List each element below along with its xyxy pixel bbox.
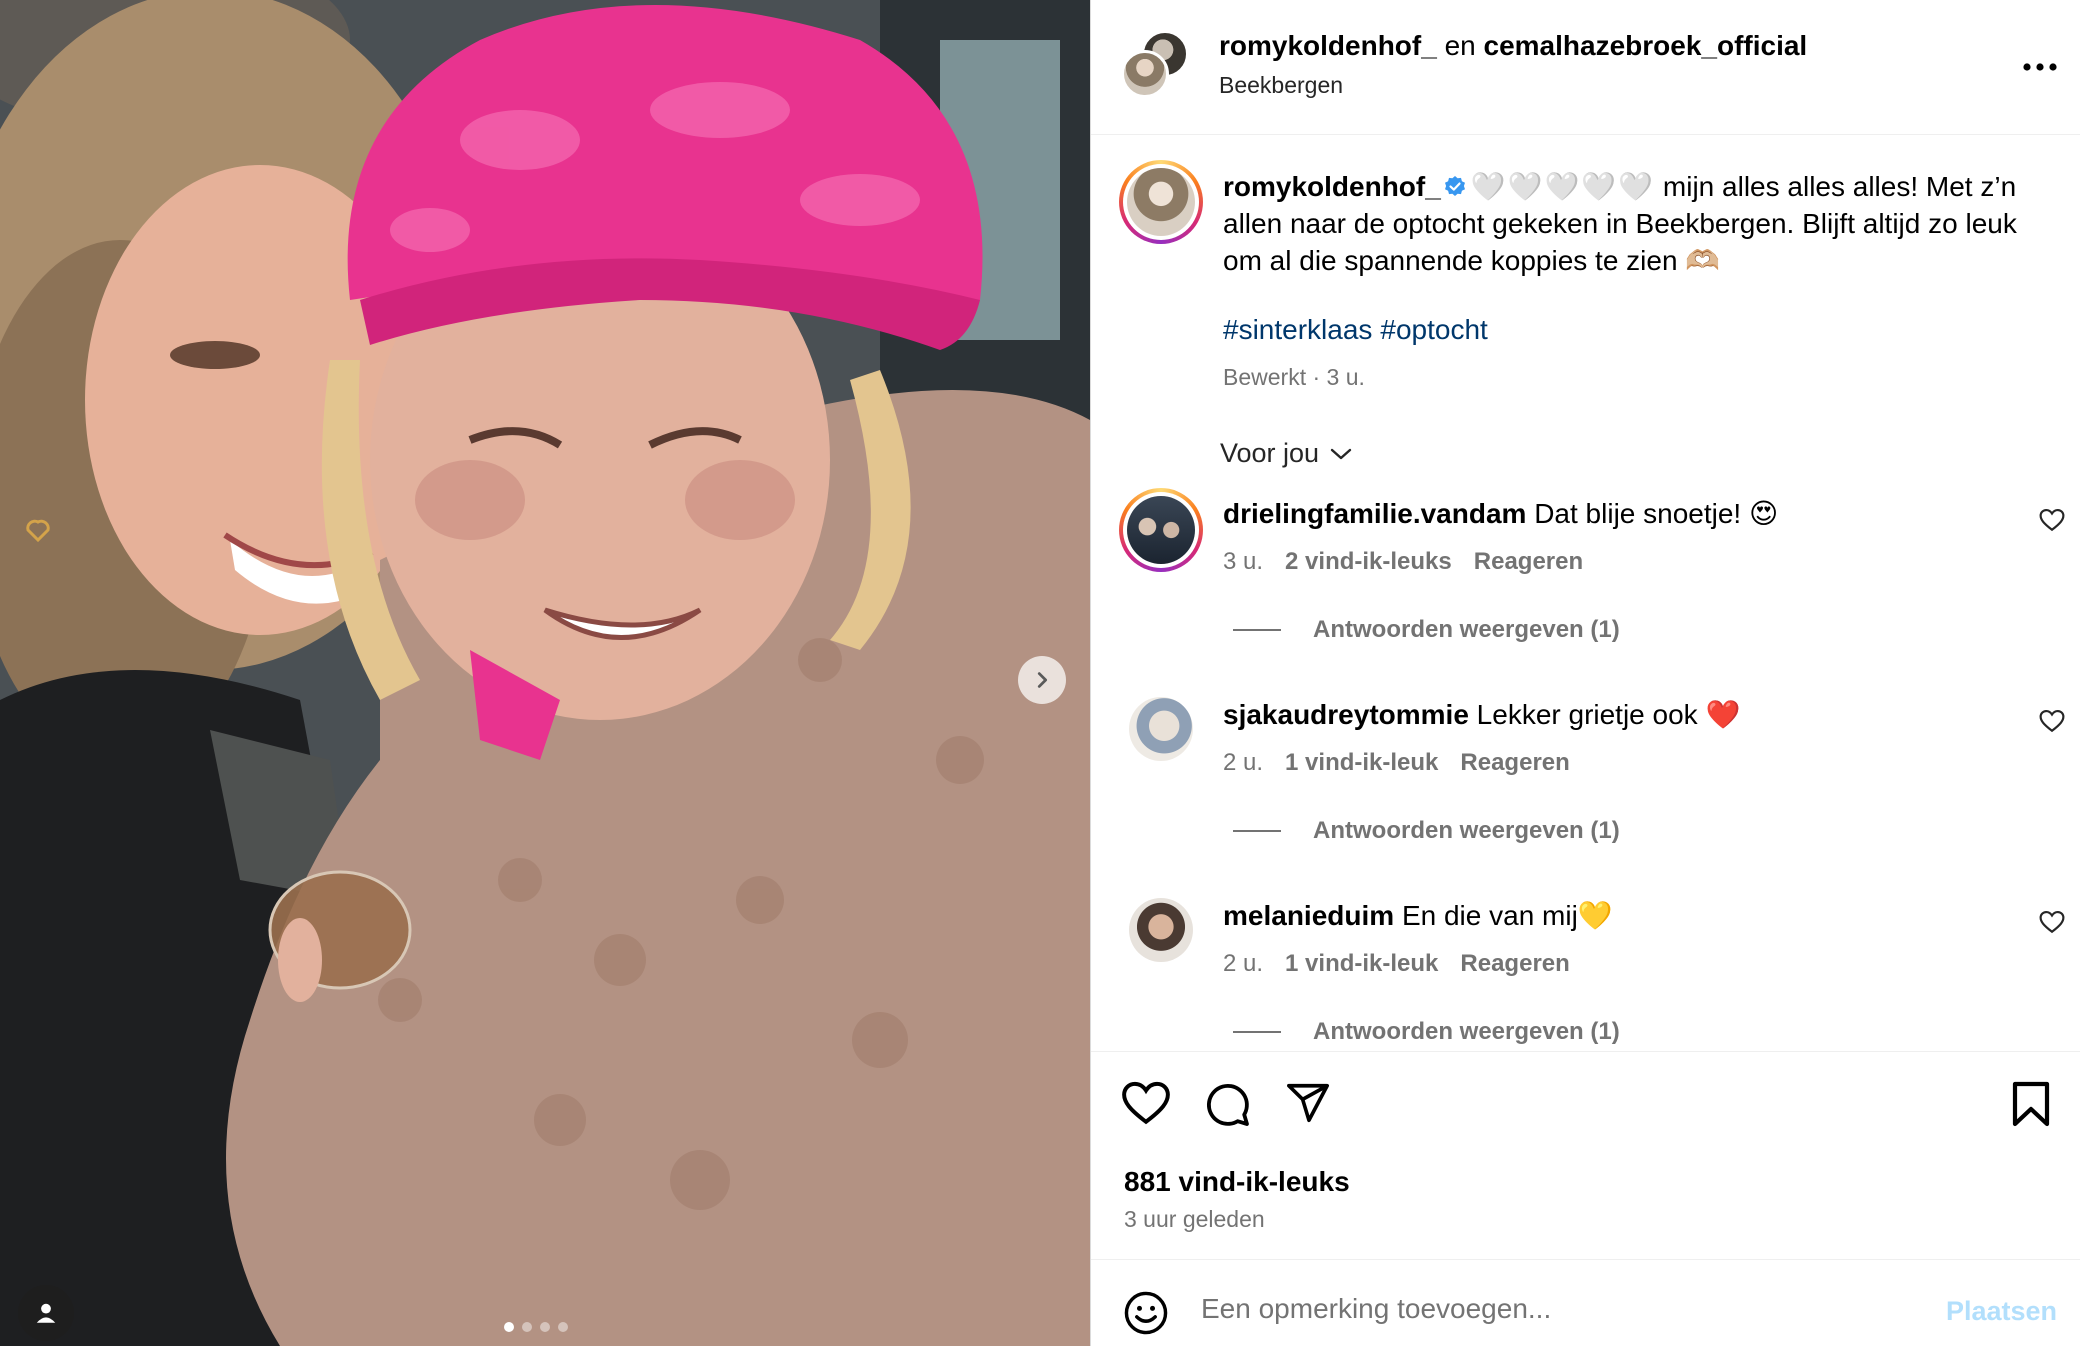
add-comment-bar: Plaatsen [1091, 1259, 2080, 1346]
comment-sort-dropdown[interactable]: Voor jou [1220, 438, 1353, 469]
caption-username[interactable]: romykoldenhof_ [1223, 171, 1441, 202]
author-username[interactable]: romykoldenhof_ [1219, 30, 1437, 61]
comment-like-button[interactable] [2039, 709, 2065, 738]
hashtag-link[interactable]: #optocht [1380, 314, 1487, 345]
post-details-pane: romykoldenhof_ en cemalhazebroek_officia… [1090, 0, 2080, 1346]
post-actions: 881 vind-ik-leuks 3 uur geleden [1091, 1051, 2080, 1261]
caption-meta: Bewerkt · 3 u. [1223, 364, 1365, 390]
comment-like-button[interactable] [2039, 910, 2065, 939]
user-icon [36, 1303, 56, 1323]
comments-scroll-area[interactable]: romykoldenhof_ 🤍🤍🤍🤍🤍 mijn alles alles all… [1091, 136, 2080, 1051]
verified-badge-icon [1444, 176, 1465, 196]
emoji-icon [1124, 1291, 1168, 1335]
comment-button[interactable] [1203, 1080, 1251, 1133]
edited-label: Bewerkt [1223, 364, 1307, 390]
comment-icon [1207, 1084, 1249, 1126]
comment-meta: 3 u. 2 vind-ik-leuks Reageren [1223, 548, 1605, 576]
carousel-dot [558, 1322, 568, 1332]
emoji-picker-button[interactable] [1123, 1290, 1169, 1341]
comment-time[interactable]: 3 u. [1223, 548, 1263, 575]
comment-meta: 2 u. 1 vind-ik-leuk Reageren [1223, 749, 1592, 777]
post-caption: romykoldenhof_ 🤍🤍🤍🤍🤍 mijn alles alles all… [1223, 168, 2053, 279]
post-authors: romykoldenhof_ en cemalhazebroek_officia… [1219, 30, 1807, 62]
carousel-next-button[interactable] [1018, 656, 1066, 704]
comment-input[interactable] [1201, 1284, 1901, 1334]
share-icon [1287, 1083, 1329, 1123]
carousel-dot [522, 1322, 532, 1332]
collab-avatars[interactable] [1121, 30, 1189, 100]
more-horizontal-icon [2023, 63, 2057, 71]
comment-likes[interactable]: 2 vind-ik-leuks [1285, 548, 1452, 575]
comment-body: sjakaudreytommie Lekker grietje ook ❤️ [1223, 697, 1983, 733]
view-replies-label: Antwoorden weergeven (1) [1313, 1018, 1620, 1045]
view-replies-label: Antwoorden weergeven (1) [1313, 616, 1620, 643]
comment-username[interactable]: drielingfamilie.vandam [1223, 498, 1526, 529]
caption-hashtags: #sinterklaas #optocht [1223, 314, 1496, 346]
bookmark-icon [2012, 1081, 2050, 1127]
post-header: romykoldenhof_ en cemalhazebroek_officia… [1091, 0, 2080, 135]
reply-button[interactable]: Reageren [1460, 749, 1569, 776]
comment-meta: 2 u. 1 vind-ik-leuk Reageren [1223, 950, 1592, 978]
heart-icon [2039, 709, 2065, 733]
comment-text: En die van mij💛 [1401, 900, 1613, 931]
comment-avatar[interactable] [1129, 898, 1193, 962]
heart-icon [1122, 1081, 1170, 1125]
post-location[interactable]: Beekbergen [1219, 72, 1343, 99]
carousel-dot [504, 1322, 514, 1332]
view-replies-button[interactable]: Antwoorden weergeven (1) [1233, 1018, 1620, 1046]
like-count[interactable]: 881 vind-ik-leuks [1124, 1166, 1350, 1198]
comment-avatar[interactable] [1129, 697, 1193, 761]
comment-likes[interactable]: 1 vind-ik-leuk [1285, 749, 1438, 776]
heart-icon [2039, 508, 2065, 532]
view-replies-label: Antwoorden weergeven (1) [1313, 817, 1620, 844]
replies-divider [1233, 1031, 1281, 1033]
post-timestamp[interactable]: 3 uur geleden [1124, 1206, 1265, 1233]
heart-icon [2039, 910, 2065, 934]
avatar [1121, 50, 1169, 98]
carousel-dot [540, 1322, 550, 1332]
comment-time[interactable]: 2 u. [1223, 749, 1263, 776]
comment-body: melanieduim En die van mij💛 [1223, 898, 1983, 934]
carousel-indicator [504, 1322, 568, 1332]
comment-likes[interactable]: 1 vind-ik-leuk [1285, 950, 1438, 977]
chevron-down-icon [1330, 448, 1352, 459]
view-replies-button[interactable]: Antwoorden weergeven (1) [1233, 616, 1620, 644]
chevron-right-icon [1037, 672, 1048, 688]
reply-button[interactable]: Reageren [1460, 950, 1569, 977]
caption-avatar[interactable] [1119, 160, 1203, 244]
post-comment-button[interactable]: Plaatsen [1946, 1296, 2057, 1327]
comment-like-button[interactable] [2039, 508, 2065, 537]
comment-username[interactable]: melanieduim [1223, 900, 1394, 931]
like-button[interactable] [1121, 1080, 1171, 1131]
caption-time[interactable]: 3 u. [1327, 364, 1365, 390]
comment-time[interactable]: 2 u. [1223, 950, 1263, 977]
author-joiner: en [1436, 30, 1484, 61]
collab-username[interactable]: cemalhazebroek_official [1484, 30, 1808, 61]
comment-body: drielingfamilie.vandam Dat blije snoetje… [1223, 496, 1983, 532]
hashtag-link[interactable]: #sinterklaas [1223, 314, 1372, 345]
reply-button[interactable]: Reageren [1474, 548, 1583, 575]
comment-text: Lekker grietje ook ❤️ [1476, 699, 1741, 730]
comment-username[interactable]: sjakaudreytommie [1223, 699, 1469, 730]
share-button[interactable] [1285, 1080, 1331, 1131]
caption-hearts: 🤍🤍🤍🤍🤍 [1470, 171, 1656, 202]
replies-divider [1233, 830, 1281, 832]
save-button[interactable] [2011, 1080, 2051, 1133]
view-replies-button[interactable]: Antwoorden weergeven (1) [1233, 817, 1620, 845]
comment-text: Dat blije snoetje! 😍 [1534, 498, 1779, 529]
post-photo[interactable] [0, 0, 1090, 1346]
comment-avatar[interactable] [1119, 488, 1203, 572]
comment-sort-label: Voor jou [1220, 438, 1320, 468]
more-options-button[interactable] [2023, 50, 2057, 71]
photo-illustration [0, 0, 1090, 1346]
tagged-users-button[interactable] [18, 1285, 74, 1341]
replies-divider [1233, 629, 1281, 631]
